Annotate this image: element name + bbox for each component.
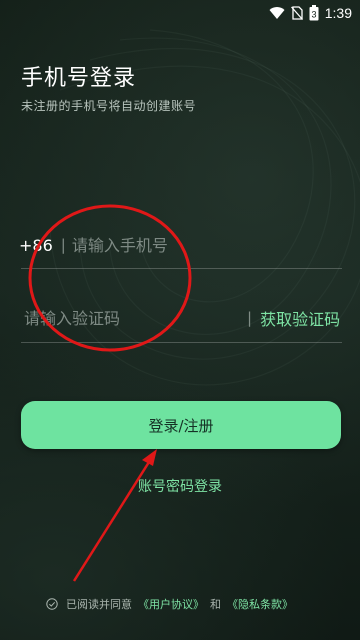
phone-divider: | <box>60 236 66 254</box>
page-title: 手机号登录 <box>21 66 137 91</box>
agreement-conjunction: 和 <box>210 598 221 611</box>
privacy-policy-link[interactable]: 《隐私条款》 <box>227 596 293 612</box>
code-field: | 获取验证码 <box>21 294 342 343</box>
agree-checkbox-icon[interactable] <box>46 598 58 610</box>
country-code[interactable]: +86 <box>19 236 53 255</box>
code-input[interactable] <box>21 308 239 328</box>
page-subtitle: 未注册的手机号将自动创建账号 <box>21 99 197 113</box>
password-login-label: 账号密码登录 <box>138 479 222 495</box>
status-time: 1:39 <box>324 5 352 21</box>
login-button[interactable]: 登录/注册 <box>21 401 341 449</box>
password-login-link[interactable]: 账号密码登录 <box>0 476 360 496</box>
phone-input[interactable] <box>71 235 312 255</box>
login-button-label: 登录/注册 <box>148 416 214 435</box>
battery-icon: 3 <box>309 5 319 21</box>
phone-field: +86 | <box>19 222 342 269</box>
agreement: 已阅读并同意 《用户协议》 和 《隐私条款》 <box>46 596 299 612</box>
annotation-arrow-head <box>142 449 157 466</box>
status-bar: 3 1:39 <box>0 0 360 26</box>
battery-level: 3 <box>311 10 316 20</box>
get-code-button[interactable]: 获取验证码 <box>260 306 340 330</box>
wifi-icon <box>269 7 285 20</box>
code-divider: | <box>247 309 253 327</box>
no-sim-icon <box>290 6 303 20</box>
agreement-prefix: 已阅读并同意 <box>66 598 132 611</box>
user-agreement-link[interactable]: 《用户协议》 <box>138 596 204 612</box>
status-icons: 3 1:39 <box>269 2 352 24</box>
